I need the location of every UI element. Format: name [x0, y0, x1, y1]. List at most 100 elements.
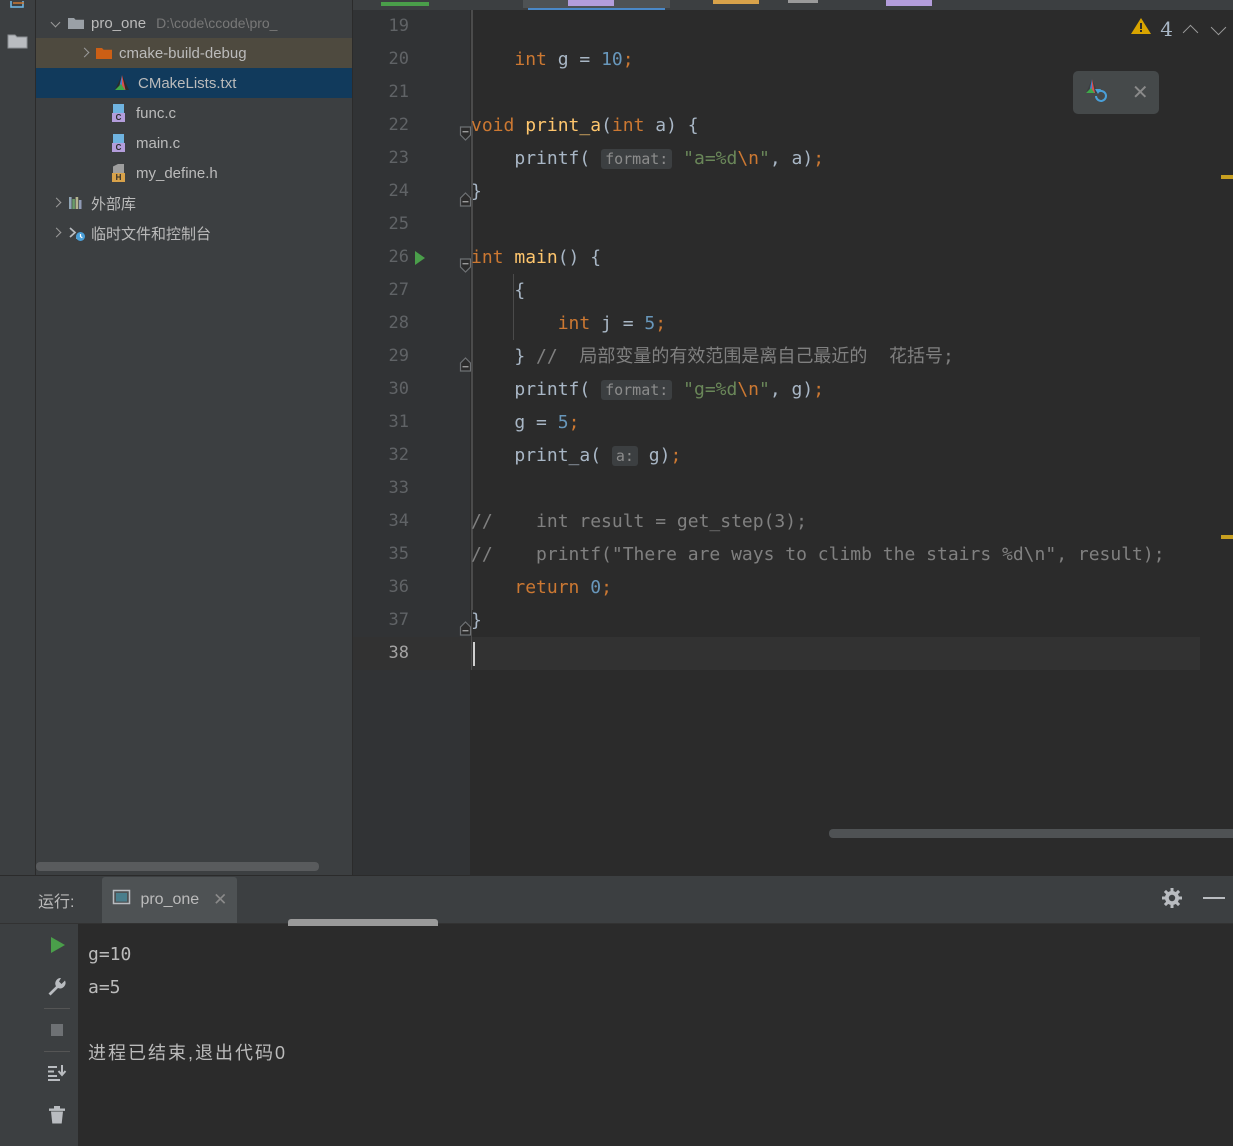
- line-number: 38: [388, 643, 409, 663]
- run-window-header-actions: [1161, 876, 1227, 924]
- structure-icon[interactable]: [0, 0, 36, 24]
- tree-node-my-define-h[interactable]: my_define.h: [36, 158, 352, 188]
- code-line[interactable]: 24}: [353, 175, 1233, 208]
- code-line[interactable]: 30 printf( format: "g=%d\n", g);: [353, 373, 1233, 406]
- minimize-icon[interactable]: [1201, 888, 1227, 913]
- inspections-widget[interactable]: 4: [1130, 16, 1229, 41]
- close-icon[interactable]: ✕: [213, 891, 227, 908]
- tree-node-cmakelists[interactable]: CMakeLists.txt: [36, 68, 352, 98]
- code-line[interactable]: 23 printf( format: "a=%d\n", a);: [353, 142, 1233, 175]
- fold-end-icon[interactable]: [459, 350, 472, 372]
- tree-label: CMakeLists.txt: [138, 74, 237, 92]
- chevron-right-icon[interactable]: [50, 196, 64, 210]
- code-line[interactable]: 38: [353, 637, 1233, 670]
- tree-node-pro-one[interactable]: pro_one D:\code\ccode\pro_: [36, 8, 352, 38]
- code-line[interactable]: 19: [353, 10, 1233, 43]
- run-tab-pro-one[interactable]: pro_one ✕: [102, 876, 238, 923]
- cmake-reload-widget[interactable]: ✕: [1073, 71, 1159, 114]
- fold-expanded-icon[interactable]: [459, 251, 472, 273]
- project-icon[interactable]: [0, 24, 36, 58]
- line-number: 30: [388, 379, 409, 399]
- tab-icon-h-file[interactable]: [713, 0, 759, 4]
- previous-problem-icon[interactable]: [1181, 19, 1201, 39]
- warning-marker[interactable]: [1221, 175, 1233, 179]
- edit-configuration-button[interactable]: [36, 966, 78, 1008]
- settings-gear-icon[interactable]: [1161, 887, 1183, 914]
- editor-horizontal-scrollbar[interactable]: [829, 829, 1233, 838]
- ide-window: pro_one D:\code\ccode\pro_ cmake-build-d…: [0, 0, 1233, 1146]
- code-text: return 0;: [514, 577, 612, 598]
- code-line[interactable]: 34 // int result = get_step(3);: [353, 505, 1233, 538]
- line-number: 33: [388, 478, 409, 498]
- code-line[interactable]: 36 return 0;: [353, 571, 1233, 604]
- c-file-icon: [112, 134, 130, 152]
- run-console[interactable]: g=10 a=5 进程已结束,退出代码0: [78, 919, 1233, 1146]
- scroll-to-end-button[interactable]: [36, 1052, 78, 1094]
- tab-icon-c-file-2[interactable]: [886, 0, 932, 6]
- warning-triangle-icon[interactable]: [1130, 16, 1152, 41]
- tree-node-cmake-build-debug[interactable]: cmake-build-debug: [36, 38, 352, 68]
- editor-marker-strip[interactable]: [1200, 10, 1233, 875]
- chevron-down-icon[interactable]: [50, 16, 64, 30]
- line-number: 31: [388, 412, 409, 432]
- warning-marker[interactable]: [1221, 535, 1233, 539]
- line-number: 23: [388, 148, 409, 168]
- code-line[interactable]: 37}: [353, 604, 1233, 637]
- code-line[interactable]: 27 {: [353, 274, 1233, 307]
- code-text: printf( format: "g=%d\n", g);: [514, 379, 825, 400]
- tree-path-hint: D:\code\ccode\pro_: [156, 15, 278, 31]
- fold-expanded-icon[interactable]: [459, 119, 472, 141]
- left-tool-strip: [0, 0, 36, 875]
- line-number: 36: [388, 577, 409, 597]
- tree-node-external-libraries[interactable]: 外部库: [36, 188, 352, 218]
- rerun-button[interactable]: [36, 924, 78, 966]
- code-line[interactable]: 28 int j = 5;: [353, 307, 1233, 340]
- cmake-reload-icon[interactable]: [1083, 77, 1111, 108]
- line-number: 24: [388, 181, 409, 201]
- fold-end-icon[interactable]: [459, 614, 472, 636]
- code-text: g = 5;: [471, 412, 580, 433]
- code-line[interactable]: 33: [353, 472, 1233, 505]
- tab-icon-c-file[interactable]: [568, 0, 614, 6]
- code-text: int j = 5;: [557, 313, 667, 334]
- line-number: 26: [388, 247, 409, 267]
- tree-label: cmake-build-debug: [119, 44, 247, 62]
- warning-count: 4: [1160, 16, 1173, 41]
- project-panel-horizontal-scrollbar[interactable]: [36, 862, 319, 871]
- library-icon: [67, 194, 85, 212]
- editor-lines[interactable]: 19 20 int g = 10; 21 22 void print_a(int a) …: [353, 10, 1233, 875]
- chevron-right-icon[interactable]: [78, 46, 92, 60]
- code-text: }: [471, 610, 482, 631]
- chevron-right-icon[interactable]: [50, 226, 64, 240]
- code-line[interactable]: 31 g = 5;: [353, 406, 1233, 439]
- tree-node-func-c[interactable]: func.c: [36, 98, 352, 128]
- run-gutter-icon[interactable]: [415, 251, 425, 265]
- next-problem-icon[interactable]: [1209, 19, 1229, 39]
- code-line[interactable]: 35 // printf("There are ways to climb the…: [353, 538, 1233, 571]
- tab-label-partial[interactable]: [788, 0, 818, 3]
- tree-label: pro_one: [91, 14, 147, 32]
- tree-label: my_define.h: [136, 164, 218, 182]
- tab-indicator-green: [381, 2, 429, 6]
- project-tree[interactable]: pro_one D:\code\ccode\pro_ cmake-build-d…: [36, 0, 352, 248]
- project-tool-window: pro_one D:\code\ccode\pro_ cmake-build-d…: [36, 0, 353, 875]
- line-number: 27: [388, 280, 409, 300]
- line-number: 21: [388, 82, 409, 102]
- close-icon[interactable]: ✕: [1132, 80, 1149, 105]
- clear-all-button[interactable]: [36, 1094, 78, 1136]
- indent-guide: [513, 274, 514, 340]
- code-line[interactable]: 25: [353, 208, 1233, 241]
- tree-node-scratches-consoles[interactable]: 临时文件和控制台: [36, 218, 352, 248]
- line-number: 19: [388, 16, 409, 36]
- tree-node-main-c[interactable]: main.c: [36, 128, 352, 158]
- fold-end-icon[interactable]: [459, 185, 472, 207]
- code-line[interactable]: 26 int main() {: [353, 241, 1233, 274]
- indent-guide: [471, 10, 472, 670]
- stop-button[interactable]: [36, 1009, 78, 1051]
- code-line[interactable]: 29 } // 局部变量的有效范围是离自己最近的 花括号;: [353, 340, 1233, 373]
- code-line[interactable]: 32 print_a( a: g);: [353, 439, 1233, 472]
